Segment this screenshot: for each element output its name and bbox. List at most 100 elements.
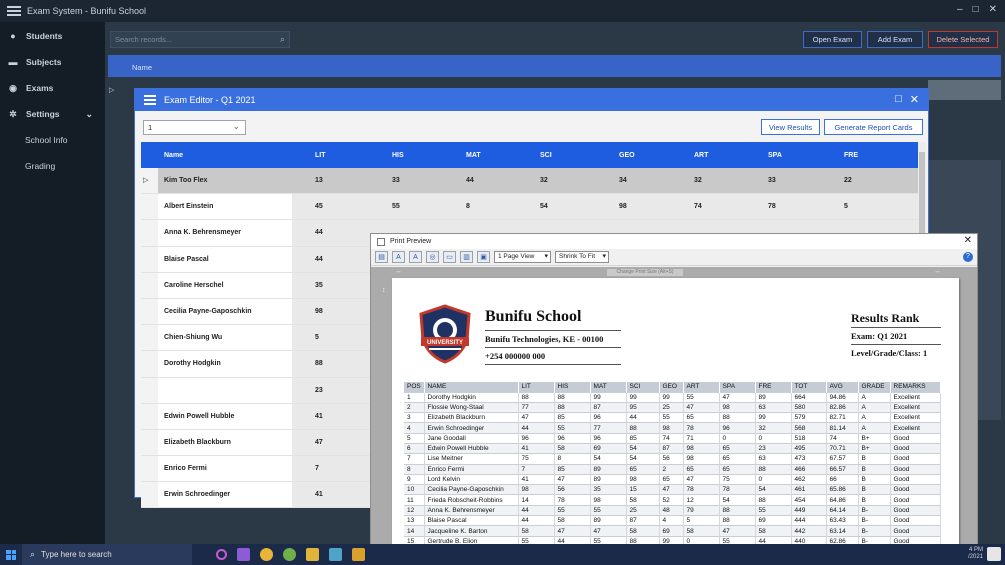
maximize-icon[interactable]: □: [895, 93, 902, 106]
close-icon[interactable]: ✕: [964, 235, 972, 246]
mark-cell[interactable]: 47: [315, 439, 323, 446]
mark-cell[interactable]: 5: [844, 203, 848, 210]
page-view-select[interactable]: 1 Page View ▾: [494, 251, 551, 263]
mark-cell[interactable]: 23: [315, 387, 323, 394]
student-name-cell[interactable]: Anna K. Behrensmeyer: [158, 220, 292, 246]
mark-cell[interactable]: 22: [844, 177, 852, 184]
app-icon[interactable]: [329, 548, 342, 561]
mark-cell[interactable]: 41: [315, 413, 323, 420]
menu-icon[interactable]: [7, 4, 21, 19]
row-header[interactable]: [141, 246, 158, 272]
mark-cell[interactable]: 44: [315, 256, 323, 263]
student-name-cell[interactable]: Albert Einstein: [158, 194, 292, 220]
margins-icon[interactable]: ▥: [460, 251, 473, 263]
print-icon[interactable]: ▤: [375, 251, 388, 263]
add-exam-button[interactable]: Add Exam: [867, 31, 923, 48]
student-name-cell[interactable]: Elizabeth Blackburn: [158, 429, 292, 456]
column-header-geo[interactable]: GEO: [619, 152, 635, 159]
row-header[interactable]: [141, 429, 158, 456]
sidebar-item-settings[interactable]: ✲ Settings ⌄: [0, 101, 105, 127]
row-header[interactable]: [141, 220, 158, 246]
cortana-icon[interactable]: [216, 549, 227, 560]
mark-cell[interactable]: 32: [694, 177, 702, 184]
column-header-lit[interactable]: LIT: [315, 152, 326, 159]
settings-icon[interactable]: ◎: [426, 251, 439, 263]
task-view-icon[interactable]: [237, 548, 250, 561]
change-print-size-hint[interactable]: Change Print Size (Alt+S): [607, 269, 683, 276]
row-header[interactable]: [141, 351, 158, 377]
notification-icon[interactable]: [987, 547, 1001, 561]
margin-marker-top[interactable]: ↕: [382, 287, 386, 294]
student-name-cell[interactable]: Blaise Pascal: [158, 246, 292, 272]
maximize-icon[interactable]: □: [973, 4, 979, 15]
student-name-cell[interactable]: Caroline Herschel: [158, 272, 292, 298]
row-header[interactable]: [141, 325, 158, 351]
fit-mode-select[interactable]: Shrink To Fit ▾: [555, 251, 609, 263]
taskbar-search[interactable]: ⌕ Type here to search: [22, 544, 192, 565]
mark-cell[interactable]: 41: [315, 491, 323, 498]
preview-canvas[interactable]: Change Print Size (Alt+S) ↔ ↔ ↕ UNIVERSI…: [371, 267, 977, 564]
row-header[interactable]: [141, 194, 158, 220]
browser-icon[interactable]: [283, 548, 296, 561]
app-icon[interactable]: [352, 548, 365, 561]
student-name-cell[interactable]: Dorothy Hodgkin: [158, 351, 292, 377]
sidebar-item-grading[interactable]: Grading: [0, 153, 105, 179]
generate-report-cards-button[interactable]: Generate Report Cards: [824, 119, 923, 135]
column-header-spa[interactable]: SPA: [768, 152, 782, 159]
mark-cell[interactable]: 45: [315, 203, 323, 210]
mark-cell[interactable]: 54: [540, 203, 548, 210]
sidebar-item-subjects[interactable]: ▬ Subjects: [0, 49, 105, 75]
minimize-icon[interactable]: –: [957, 4, 963, 15]
mark-cell[interactable]: 74: [694, 203, 702, 210]
sidebar-item-exams[interactable]: ◉ Exams: [0, 75, 105, 101]
class-select[interactable]: 1 ⌄: [143, 120, 246, 135]
row-header[interactable]: [141, 456, 158, 482]
mark-cell[interactable]: 5: [315, 334, 319, 341]
zoom-out-icon[interactable]: A: [409, 251, 422, 263]
student-name-cell[interactable]: Erwin Schroedinger: [158, 482, 292, 508]
mark-cell[interactable]: 7: [315, 465, 319, 472]
column-header-art[interactable]: ART: [694, 152, 708, 159]
column-header-sci[interactable]: SCI: [540, 152, 552, 159]
mark-cell[interactable]: 35: [315, 282, 323, 289]
zoom-in-icon[interactable]: A: [392, 251, 405, 263]
file-explorer-icon[interactable]: [306, 548, 319, 561]
margin-marker-left[interactable]: ↔: [395, 268, 402, 275]
mark-cell[interactable]: 8: [466, 203, 470, 210]
row-indicator-icon[interactable]: ▷: [141, 168, 158, 194]
mark-cell[interactable]: 32: [540, 177, 548, 184]
mark-cell[interactable]: 55: [392, 203, 400, 210]
mark-cell[interactable]: 78: [768, 203, 776, 210]
search-icon[interactable]: ⌕: [280, 34, 285, 45]
sidebar-item-school-info[interactable]: School Info: [0, 127, 105, 153]
clock-time[interactable]: 4 PM: [968, 547, 983, 554]
row-header[interactable]: [141, 403, 158, 429]
column-header-fre[interactable]: FRE: [844, 152, 858, 159]
exams-table-row[interactable]: [928, 80, 1001, 100]
row-header[interactable]: [141, 482, 158, 508]
mark-cell[interactable]: 13: [315, 177, 323, 184]
sidebar-item-students[interactable]: ● Students: [0, 23, 105, 49]
student-name-cell[interactable]: Cecilia Payne-Gaposchkin: [158, 298, 292, 325]
grid-row[interactable]: Albert Einstein 45 55 8 54 98 74 78 5: [141, 194, 918, 221]
student-name-cell[interactable]: Edwin Powell Hubble: [158, 403, 292, 429]
column-header-mat[interactable]: MAT: [466, 152, 481, 159]
column-header-name[interactable]: Name: [164, 152, 183, 159]
student-name-cell[interactable]: Kim Too Flex: [158, 168, 292, 194]
mark-cell[interactable]: 98: [315, 308, 323, 315]
menu-icon[interactable]: [144, 93, 156, 108]
margin-marker-right[interactable]: ↔: [934, 268, 941, 275]
search-input[interactable]: Search records... ⌕: [110, 31, 290, 48]
open-exam-button[interactable]: Open Exam: [803, 31, 862, 48]
view-results-button[interactable]: View Results: [761, 119, 820, 135]
header-footer-icon[interactable]: ▣: [477, 251, 490, 263]
help-icon[interactable]: ?: [963, 252, 973, 262]
grid-row[interactable]: ▷ Kim Too Flex 13 33 44 32 34 32 33 22: [141, 168, 918, 195]
mark-cell[interactable]: 98: [619, 203, 627, 210]
chrome-icon[interactable]: [260, 548, 273, 561]
close-icon[interactable]: ✕: [989, 4, 997, 15]
page-setup-icon[interactable]: ▭: [443, 251, 456, 263]
clock-date[interactable]: /2021: [968, 554, 983, 561]
start-button[interactable]: [0, 544, 22, 565]
delete-selected-button[interactable]: Delete Selected: [928, 31, 998, 48]
